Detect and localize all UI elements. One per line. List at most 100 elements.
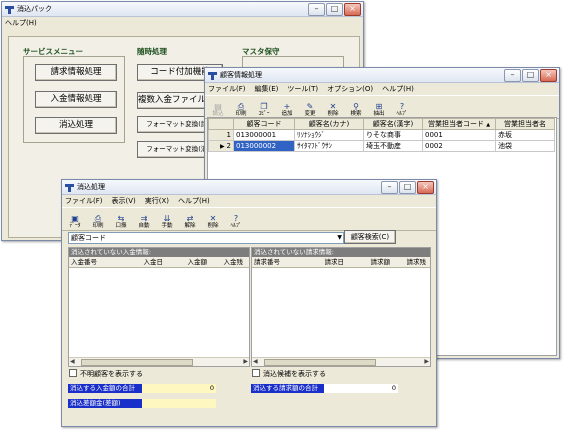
toolbar-button-print[interactable]: ⎙ 印刷 — [230, 102, 252, 117]
add-icon: + — [283, 102, 291, 111]
col-customer-code[interactable]: 顧客コード — [233, 118, 295, 130]
customer-window-titlebar[interactable]: 顧客情報処理 – □ × — [205, 68, 559, 83]
customer-menubar: ファイル(F) 編集(E) ツール(T) オプション(O) ヘルプ(H) — [205, 83, 559, 95]
menu-file[interactable]: ファイル(F) — [208, 84, 246, 94]
cell-rep-code[interactable]: 0002 — [422, 140, 496, 152]
table-row[interactable]: 1 013000001 ﾘｿﾅｼｮｳｼﾞ りそな商事 0001 赤坂 — [208, 129, 555, 141]
close-button[interactable]: × — [344, 3, 361, 16]
checkbox-box[interactable] — [69, 369, 77, 377]
toolbar-button-copy[interactable]: ❐ ｺﾋﾟｰ — [253, 102, 275, 117]
scroll-left-icon[interactable]: ◀ — [70, 358, 75, 366]
col-rep-name[interactable]: 営業担当者名 — [495, 118, 555, 130]
cell-customer-kana[interactable]: ｻｲﾀﾏﾌﾄﾞｳｻﾝ — [294, 140, 364, 152]
invoice-horizontal-scrollbar[interactable]: ◀ ▶ — [252, 357, 430, 366]
col-deposit-amount[interactable]: 入金額 — [163, 257, 208, 267]
save-icon: ▣ — [71, 214, 79, 223]
toolbar-button-delete[interactable]: ✕ 削除 — [322, 102, 344, 117]
reconcile-button[interactable]: 消込処理 — [35, 117, 117, 134]
cell-rep-code[interactable]: 0001 — [422, 129, 496, 141]
toolbar-button-edit[interactable]: ✎ 変更 — [299, 102, 321, 117]
col-deposit-date[interactable]: 入金日 — [121, 257, 164, 267]
col-invoice-amount[interactable]: 請求額 — [344, 257, 391, 267]
toolbar-button-release[interactable]: ⇄ 解除 — [179, 214, 201, 229]
scroll-left-icon[interactable]: ◀ — [253, 358, 258, 366]
toolbar-button-save[interactable]: ▣ ﾃﾞｰﾀ — [64, 214, 86, 229]
maximize-button[interactable]: □ — [522, 69, 539, 82]
toolbar-button-manual[interactable]: ⇊ 手動 — [156, 214, 178, 229]
toolbar-button-extract[interactable]: ⊞ 抽出 — [368, 102, 390, 117]
open-icon: ▤ — [214, 102, 222, 111]
table-row[interactable]: ▶ 2 013000002 ｻｲﾀﾏﾌﾄﾞｳｻﾝ 埼玉不動産 0002 池袋 — [208, 140, 555, 152]
cell-rep-name[interactable]: 池袋 — [495, 140, 555, 152]
customer-toolbar: ▤ 読込 ⎙ 印刷 ❐ ｺﾋﾟｰ + 追加 ✎ 変更 ✕ 削除 ⚲ 検索 ⊞ 抽出? ﾍﾙﾌﾟ — [205, 95, 559, 119]
col-invoice-balance[interactable]: 請求残 — [390, 257, 427, 267]
minimize-button[interactable]: – — [308, 3, 325, 16]
scrollbar-thumb[interactable] — [264, 359, 376, 366]
close-button[interactable]: × — [540, 69, 557, 82]
col-invoice-number[interactable]: 請求番号 — [252, 257, 304, 267]
menu-help[interactable]: ヘルプ(H) — [178, 196, 210, 206]
scrollbar-thumb[interactable] — [81, 359, 193, 366]
cell-customer-code[interactable]: 013000001 — [233, 129, 295, 141]
edit-icon: ✎ — [306, 102, 314, 111]
menu-tools[interactable]: ツール(T) — [287, 84, 318, 94]
reconcile-window-titlebar[interactable]: 消込処理 – □ × — [62, 180, 436, 195]
minimize-button[interactable]: – — [381, 181, 398, 194]
app-icon — [65, 183, 74, 192]
minimize-button[interactable]: – — [504, 69, 521, 82]
reconcile-window: 消込処理 – □ × ファイル(F) 表示(V) 実行(X) ヘルプ(H) ▣ ﾃ… — [61, 179, 437, 427]
menu-help[interactable]: ヘルプ(H) — [382, 84, 414, 94]
invoice-info-button[interactable]: 請求情報処理 — [35, 64, 117, 81]
unmatched-invoice-panel: 消込されていない請求情報: 請求番号 請求日 請求額 請求残 ◀ ▶ — [251, 247, 431, 367]
show-reconcile-candidates-checkbox[interactable]: 消込候補を表示する — [252, 369, 326, 379]
scroll-right-icon[interactable]: ▶ — [243, 358, 248, 366]
help-icon: ? — [399, 102, 405, 111]
delete-icon: ✕ — [329, 102, 337, 111]
col-invoice-date[interactable]: 請求日 — [304, 257, 345, 267]
invoice-column-header: 請求番号 請求日 請求額 請求残 — [252, 257, 430, 268]
menu-edit[interactable]: 編集(E) — [255, 84, 279, 94]
col-rep-code[interactable]: 営業担当者コード ▲ — [422, 118, 496, 130]
close-button[interactable]: × — [417, 181, 434, 194]
toolbar-button-print[interactable]: ⎙ 印刷 — [87, 214, 109, 229]
deposit-horizontal-scrollbar[interactable]: ◀ ▶ — [69, 357, 249, 366]
toolbar-button-add[interactable]: + 追加 — [276, 102, 298, 117]
cell-customer-kanji[interactable]: 埼玉不動産 — [363, 140, 423, 152]
toolbar-button-delete[interactable]: ✕ 削除 — [202, 214, 224, 229]
col-customer-kana[interactable]: 顧客名(カナ) — [294, 118, 364, 130]
customer-search-button[interactable]: 顧客検索(C) — [344, 230, 396, 244]
deposit-info-button[interactable]: 入金情報処理 — [35, 91, 117, 108]
cell-customer-code[interactable]: 013000002 — [233, 140, 295, 152]
col-customer-kanji[interactable]: 顧客名(漢字) — [363, 118, 423, 130]
col-deposit-balance[interactable]: 入金残 — [207, 257, 244, 267]
menu-file[interactable]: ファイル(F) — [65, 196, 103, 206]
menu-options[interactable]: オプション(O) — [327, 84, 373, 94]
col-deposit-number[interactable]: 入金番号 — [69, 257, 121, 267]
checkbox-box[interactable] — [252, 369, 260, 377]
toolbar-button-help[interactable]: ? ﾍﾙﾌﾟ — [225, 214, 247, 229]
cell-customer-kana[interactable]: ﾘｿﾅｼｮｳｼﾞ — [294, 129, 364, 141]
customer-code-select[interactable]: 顧客コード ▼ — [68, 232, 344, 244]
cell-customer-kanji[interactable]: りそな商事 — [363, 129, 423, 141]
toolbar-button-search[interactable]: ⚲ 検索 — [345, 102, 367, 117]
show-unknown-customer-checkbox[interactable]: 不明顧客を表示する — [69, 369, 143, 379]
delete-icon: ✕ — [209, 214, 217, 223]
customer-table-header: 顧客コード 顧客名(カナ) 顧客名(漢字) 営業担当者コード ▲ 営業担当者名 — [208, 118, 555, 130]
main-window-titlebar[interactable]: 消込パック – □ × — [2, 2, 363, 17]
row-header-corner — [208, 118, 234, 130]
maximize-button[interactable]: □ — [399, 181, 416, 194]
scroll-right-icon[interactable]: ▶ — [424, 358, 429, 366]
menu-view[interactable]: 表示(V) — [112, 196, 136, 206]
menu-help[interactable]: ヘルプ(H) — [5, 18, 37, 28]
menu-execute[interactable]: 実行(X) — [145, 196, 169, 206]
reconcile-toolbar: ▣ ﾃﾞｰﾀ ⎙ 印刷 ⇆ 口振 ⇉ 自動 ⇊ 手動 ⇄ 解除 ✕ 削除? ﾍﾙﾌﾟ — [62, 207, 436, 231]
invoice-sum-value: 0 — [324, 384, 398, 393]
unmatched-deposit-panel: 消込されていない入金情報: 入金番号 入金日 入金額 入金残 ◀ ▶ — [68, 247, 250, 367]
deposit-sum-value: 0 — [142, 384, 216, 393]
toolbar-button-auto[interactable]: ⇉ 自動 — [133, 214, 155, 229]
cell-rep-name[interactable]: 赤坂 — [495, 129, 555, 141]
maximize-button[interactable]: □ — [326, 3, 343, 16]
toolbar-button-help[interactable]: ? ﾍﾙﾌﾟ — [391, 102, 413, 117]
toolbar-button-transfer[interactable]: ⇆ 口振 — [110, 214, 132, 229]
chevron-down-icon: ▼ — [337, 234, 342, 241]
